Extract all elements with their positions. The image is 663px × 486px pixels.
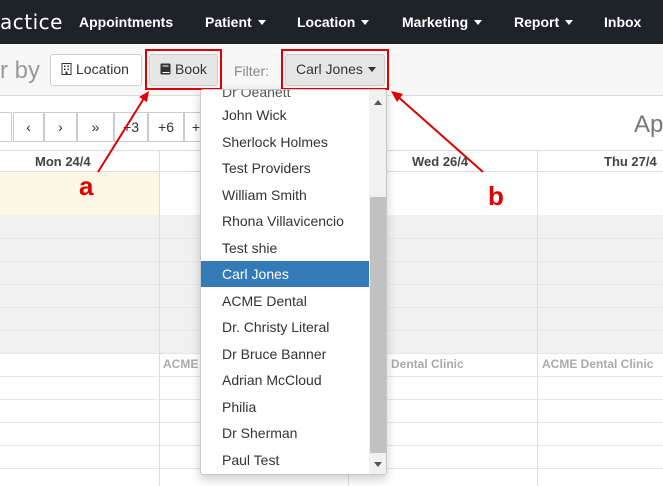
annotation-arrows bbox=[97, 91, 484, 173]
annotation-arrow-b bbox=[395, 94, 484, 173]
arrowhead-a bbox=[139, 91, 149, 102]
annotation-arrow-a bbox=[97, 94, 147, 173]
annotation-label-a: a bbox=[79, 171, 94, 201]
annotation-label-b: b bbox=[488, 181, 504, 211]
